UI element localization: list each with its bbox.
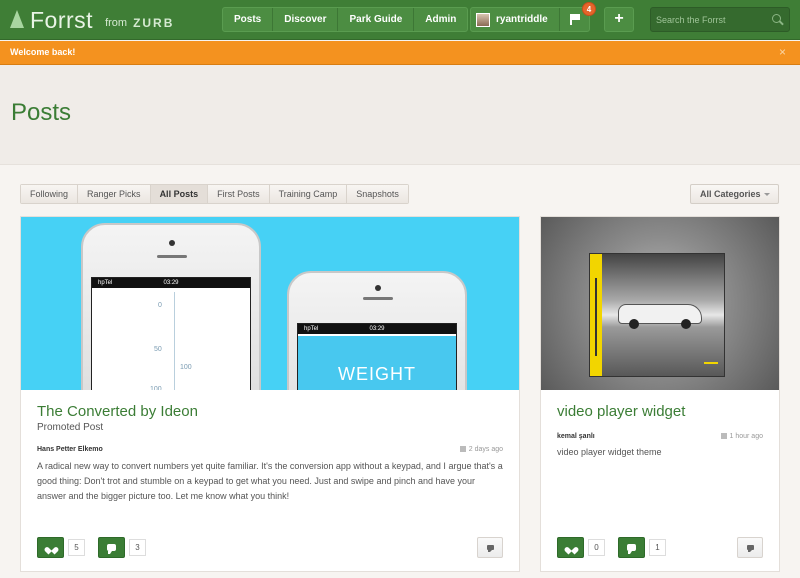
search-box xyxy=(650,7,790,32)
clock-text: 03:29 xyxy=(163,280,179,286)
comment-count: 3 xyxy=(129,539,146,556)
post-time-text: 2 days ago xyxy=(468,446,503,453)
speaker-grille xyxy=(363,297,393,300)
post-body: video player widget theme xyxy=(557,447,662,457)
fullscreen-icon xyxy=(704,362,718,368)
reply-icon xyxy=(747,545,754,552)
post-filter-tabs: Following Ranger Picks All Posts First P… xyxy=(20,184,409,204)
tab-first-posts[interactable]: First Posts xyxy=(208,185,270,203)
phone-mockup: hpTel 03:29 WEIGHT xyxy=(287,271,467,390)
top-nav-bar: Forrst from ZURB Posts Discover Park Gui… xyxy=(0,0,800,40)
speaker-grille xyxy=(157,255,187,258)
reply-button[interactable] xyxy=(737,537,763,558)
nav-admin[interactable]: Admin xyxy=(414,8,467,31)
logo-from-text: from xyxy=(105,17,128,29)
search-input[interactable] xyxy=(651,8,771,31)
video-player-preview xyxy=(589,253,725,377)
tab-training-camp[interactable]: Training Camp xyxy=(269,185,348,203)
new-post-button[interactable]: + xyxy=(604,7,634,32)
category-select-value: All Categories xyxy=(700,189,761,199)
tab-ranger-picks[interactable]: Ranger Picks xyxy=(78,185,151,203)
nav-park-guide[interactable]: Park Guide xyxy=(338,8,415,31)
post-time-text: 1 hour ago xyxy=(729,433,763,440)
post-time: 1 hour ago xyxy=(720,433,763,440)
camera-dot xyxy=(169,240,175,246)
post-thumbnail[interactable] xyxy=(541,217,779,390)
like-button[interactable] xyxy=(37,537,64,558)
category-select[interactable]: All Categories xyxy=(690,184,779,204)
carrier-text: hpTel xyxy=(304,326,319,332)
tab-snapshots[interactable]: Snapshots xyxy=(347,185,408,203)
status-bar: hpTel 03:29 xyxy=(298,324,456,334)
like-button[interactable] xyxy=(557,537,584,558)
heart-icon xyxy=(567,544,575,552)
tab-all-posts[interactable]: All Posts xyxy=(150,185,209,203)
search-icon[interactable] xyxy=(772,14,781,23)
nav-posts[interactable]: Posts xyxy=(223,8,274,31)
comment-count: 1 xyxy=(649,539,666,556)
video-control-bar xyxy=(590,254,602,376)
calendar-icon xyxy=(720,433,727,439)
post-author[interactable]: Hans Petter Elkemo xyxy=(37,446,103,453)
welcome-message: Welcome back! xyxy=(10,47,76,57)
ruler-tick: 100 xyxy=(180,364,192,371)
post-title[interactable]: video player widget xyxy=(557,403,685,420)
ruler-tick: 0 xyxy=(158,302,162,309)
ruler-tick: 50 xyxy=(154,346,162,353)
carrier-text: hpTel xyxy=(98,280,113,286)
logo-text: Forrst xyxy=(30,6,94,33)
phone-screen: hpTel 03:29 0 50 100 100 xyxy=(91,277,251,390)
post-subtitle: Promoted Post xyxy=(37,422,104,433)
reply-icon xyxy=(487,545,494,552)
page-header: Posts xyxy=(0,65,800,165)
chevron-down-icon xyxy=(764,193,770,196)
post-thumbnail[interactable]: hpTel 03:29 0 50 100 100 hpTel 03:29 WEI xyxy=(21,217,519,390)
tree-icon xyxy=(10,10,24,30)
status-bar: hpTel 03:29 xyxy=(92,278,250,288)
post-title[interactable]: The Converted by Ideon xyxy=(37,403,198,420)
main-nav: Posts Discover Park Guide Admin xyxy=(222,7,469,32)
reply-button[interactable] xyxy=(477,537,503,558)
tab-following[interactable]: Following xyxy=(21,185,79,203)
post-author[interactable]: kemal şanlı xyxy=(557,433,595,440)
car-image xyxy=(618,304,702,329)
ruler-line xyxy=(174,292,175,390)
notification-badge: 4 xyxy=(582,2,596,16)
zurb-logo-text: ZURB xyxy=(133,16,175,30)
like-count: 0 xyxy=(588,539,605,556)
comment-icon xyxy=(627,544,636,554)
phone-mockup: hpTel 03:29 0 50 100 100 xyxy=(81,223,261,390)
ruler-tick: 100 xyxy=(150,386,162,390)
heart-icon xyxy=(47,544,55,552)
clock-text: 03:29 xyxy=(369,326,385,332)
like-count: 5 xyxy=(68,539,85,556)
flag-icon xyxy=(569,14,580,25)
welcome-banner: Welcome back! × xyxy=(0,41,800,65)
close-icon[interactable]: × xyxy=(779,45,786,59)
camera-dot xyxy=(375,285,381,291)
phone-screen: hpTel 03:29 WEIGHT xyxy=(297,323,457,390)
post-card: hpTel 03:29 0 50 100 100 hpTel 03:29 WEI xyxy=(20,216,520,572)
post-card: video player widget kemal şanlı 1 hour a… xyxy=(540,216,780,572)
comment-button[interactable] xyxy=(618,537,645,558)
volume-track xyxy=(595,278,597,356)
calendar-icon xyxy=(459,446,466,452)
weight-app-title: WEIGHT xyxy=(338,364,416,384)
forrst-logo[interactable]: Forrst from ZURB xyxy=(10,6,174,34)
page-title: Posts xyxy=(11,99,72,126)
weight-app-screen: WEIGHT xyxy=(298,336,456,390)
nav-discover[interactable]: Discover xyxy=(273,8,339,31)
username[interactable]: ryantriddle xyxy=(496,14,548,25)
user-menu[interactable]: ryantriddle xyxy=(470,7,590,32)
comment-icon xyxy=(107,544,116,554)
post-time: 2 days ago xyxy=(459,446,503,453)
post-body: A radical new way to convert numbers yet… xyxy=(37,461,503,501)
comment-button[interactable] xyxy=(98,537,125,558)
avatar xyxy=(476,12,490,27)
